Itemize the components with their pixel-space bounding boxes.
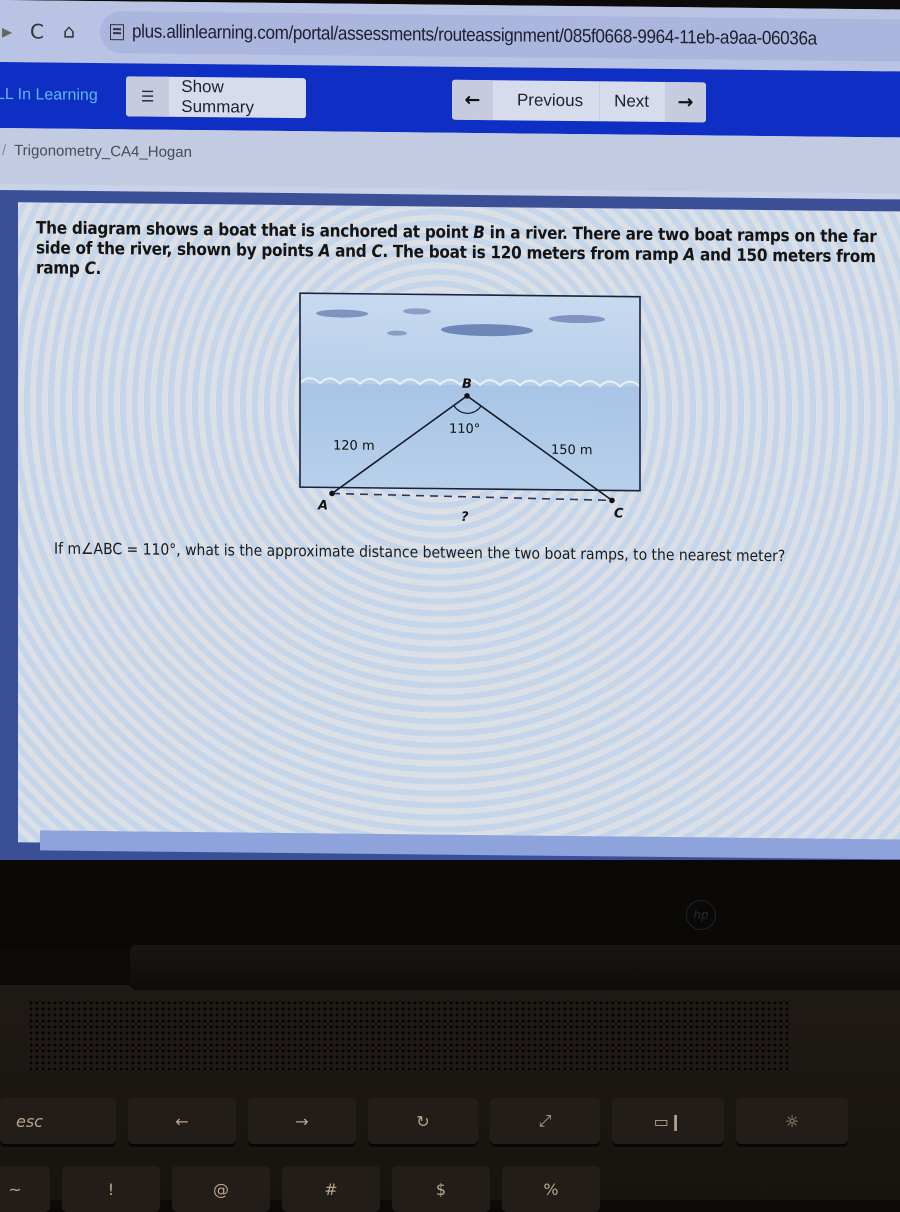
key-5[interactable]: % bbox=[502, 1166, 600, 1212]
function-key-row: esc ← → ↻ ⤢ ▭❙ ☼ bbox=[0, 1098, 860, 1144]
breadcrumb-separator: / bbox=[2, 142, 7, 160]
browser-toolbar: ▸ C ⌂ plus.allinlearning.com/portal/asse… bbox=[0, 0, 900, 72]
label-b: B bbox=[462, 377, 472, 392]
breadcrumb-bar: / Trigonometry_CA4_Hogan bbox=[0, 128, 900, 194]
stem-point-a: A bbox=[318, 241, 331, 262]
show-summary-button[interactable]: ☰ Show Summary bbox=[126, 76, 306, 119]
stem-text: and bbox=[330, 241, 372, 262]
stem-point-c: C bbox=[84, 258, 96, 280]
previous-button[interactable]: Previous bbox=[493, 80, 599, 121]
arrow-left-icon[interactable]: ← bbox=[452, 79, 493, 121]
url-text[interactable]: plus.allinlearning.com/portal/assessment… bbox=[132, 21, 817, 50]
unknown-side-label: ? bbox=[461, 510, 469, 525]
address-bar[interactable]: plus.allinlearning.com/portal/assessment… bbox=[100, 11, 900, 62]
side-ac-dashed bbox=[331, 492, 613, 502]
key-forward[interactable]: → bbox=[248, 1098, 356, 1144]
angle-label: 110° bbox=[449, 422, 480, 437]
back-icon[interactable]: ▸ bbox=[0, 19, 14, 43]
river-diagram: B A C 110° 120 m 150 m ? bbox=[292, 285, 652, 529]
question-panel-frame: The diagram shows a boat that is anchore… bbox=[0, 190, 900, 870]
key-1[interactable]: ! bbox=[62, 1166, 160, 1212]
breadcrumb: / Trigonometry_CA4_Hogan bbox=[2, 142, 192, 161]
app-header: LL In Learning ☰ Show Summary ← Previous… bbox=[0, 62, 900, 138]
stem-text: . bbox=[95, 259, 102, 280]
side-bc-label: 150 m bbox=[551, 443, 593, 458]
hp-logo-icon: hp bbox=[686, 900, 716, 930]
laptop-screen: ▸ C ⌂ plus.allinlearning.com/portal/asse… bbox=[0, 0, 900, 890]
label-a: A bbox=[317, 498, 328, 513]
stem-point-a: A bbox=[683, 245, 695, 266]
stem-text: . The boat is 120 meters from ramp bbox=[382, 242, 684, 266]
laptop-hinge bbox=[130, 945, 900, 990]
key-fullscreen[interactable]: ⤢ bbox=[490, 1098, 600, 1144]
show-summary-label[interactable]: Show Summary bbox=[169, 77, 306, 118]
question-prompt: If m∠ABC = 110°, what is the approximate… bbox=[54, 539, 786, 566]
key-tilde[interactable]: ~ bbox=[0, 1166, 50, 1212]
stem-point-b: B bbox=[473, 222, 485, 244]
pager: ← Previous Next → bbox=[452, 79, 706, 123]
key-2[interactable]: @ bbox=[172, 1166, 270, 1212]
diagram-sky bbox=[300, 293, 640, 387]
reload-icon[interactable]: C bbox=[24, 19, 50, 43]
next-button[interactable]: Next bbox=[599, 81, 666, 122]
laptop-bezel bbox=[0, 860, 900, 950]
home-icon[interactable]: ⌂ bbox=[56, 21, 82, 43]
brand-logo[interactable]: LL In Learning bbox=[0, 86, 126, 105]
site-info-icon[interactable] bbox=[110, 24, 124, 41]
diagram-svg: B A C 110° 120 m 150 m ? bbox=[299, 292, 641, 525]
key-refresh[interactable]: ↻ bbox=[368, 1098, 478, 1144]
question-panel: The diagram shows a boat that is anchore… bbox=[18, 202, 900, 852]
arrow-right-icon[interactable]: → bbox=[665, 81, 706, 123]
stem-point-c: C bbox=[371, 241, 383, 263]
speaker-grille bbox=[28, 1000, 788, 1070]
key-brightness[interactable]: ☼ bbox=[736, 1098, 848, 1144]
key-esc[interactable]: esc bbox=[0, 1098, 116, 1144]
key-back[interactable]: ← bbox=[128, 1098, 236, 1144]
breadcrumb-item[interactable]: Trigonometry_CA4_Hogan bbox=[14, 142, 192, 161]
question-stem: The diagram shows a boat that is anchore… bbox=[36, 218, 886, 287]
point-c bbox=[609, 497, 615, 504]
side-ab-label: 120 m bbox=[333, 438, 375, 453]
label-c: C bbox=[614, 506, 624, 521]
list-icon[interactable]: ☰ bbox=[126, 76, 170, 117]
key-3[interactable]: # bbox=[282, 1166, 380, 1212]
number-key-row: ~ ! @ # $ % bbox=[0, 1166, 612, 1212]
key-4[interactable]: $ bbox=[392, 1166, 490, 1212]
key-overview[interactable]: ▭❙ bbox=[612, 1098, 724, 1144]
